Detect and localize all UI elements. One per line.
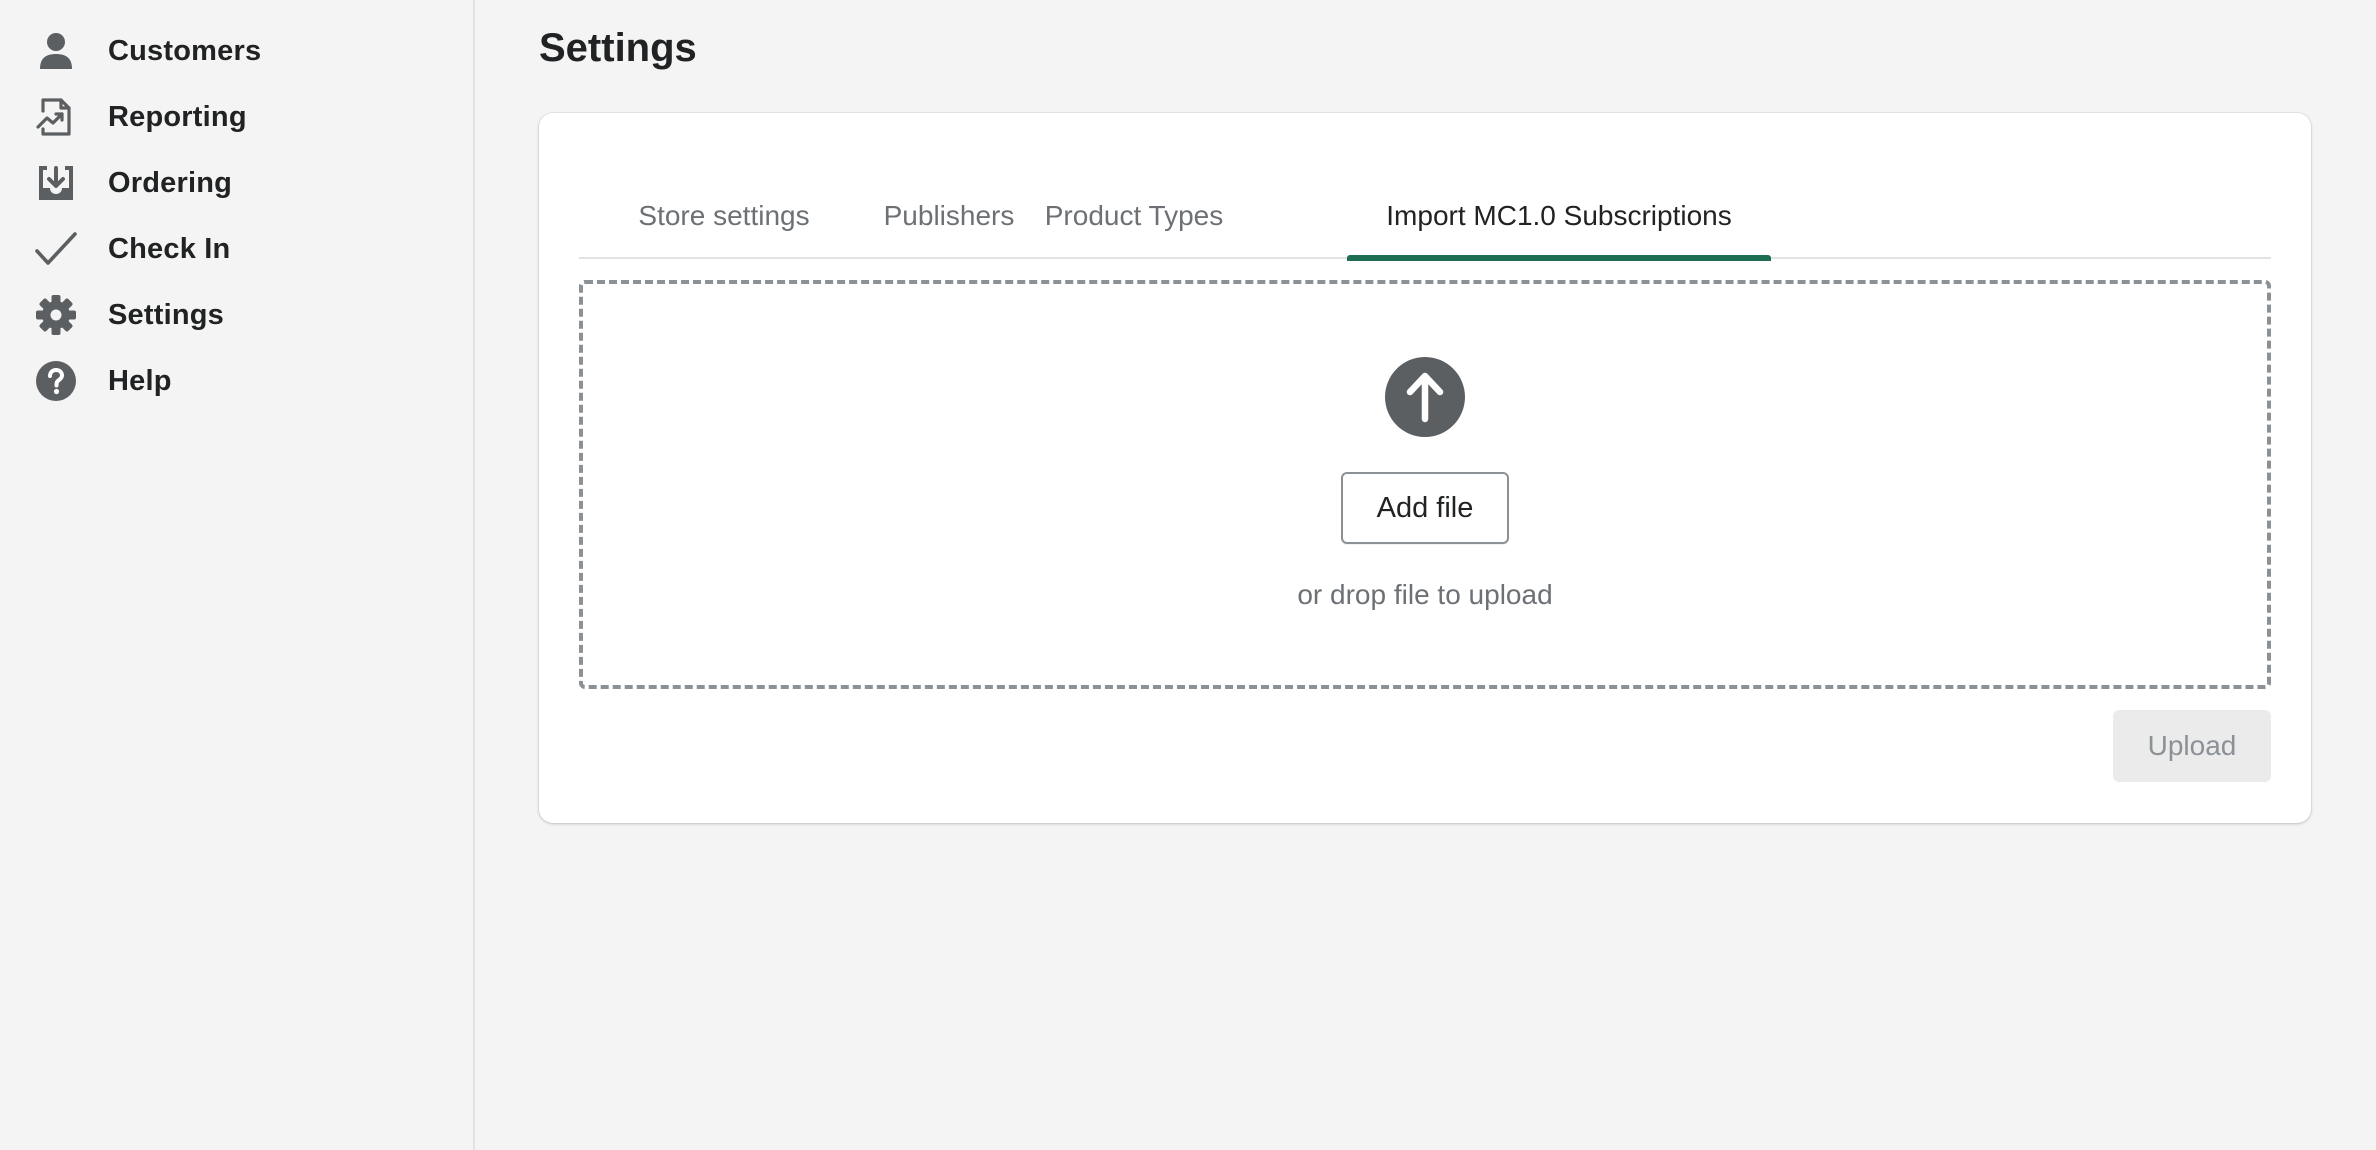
sidebar-item-customers[interactable]: Customers (0, 18, 470, 84)
question-circle-icon (33, 358, 79, 404)
sidebar-item-label: Customers (108, 34, 262, 67)
file-dropzone[interactable]: Add file or drop file to upload (579, 280, 2271, 689)
settings-card: Store settings Publishers Product Types … (539, 113, 2311, 823)
add-file-button[interactable]: Add file (1341, 472, 1509, 544)
sidebar-nav: Customers Reporting Ordering Check In Se… (0, 18, 470, 414)
sidebar-item-label: Reporting (108, 100, 247, 133)
gear-icon (33, 292, 79, 338)
sidebar-item-label: Ordering (108, 166, 233, 199)
tab-import-mc10-subscriptions[interactable]: Import MC1.0 Subscriptions (1347, 173, 1771, 261)
sidebar-item-help[interactable]: Help (0, 348, 470, 414)
sidebar-item-label: Check In (108, 232, 231, 265)
sidebar-item-reporting[interactable]: Reporting (0, 84, 470, 150)
tab-publishers[interactable]: Publishers (869, 173, 1029, 259)
sidebar-item-label: Help (108, 364, 172, 397)
upload-arrow-icon (1384, 356, 1466, 438)
sidebar-item-ordering[interactable]: Ordering (0, 150, 470, 216)
page-title: Settings (539, 26, 697, 70)
inbox-download-icon (33, 160, 79, 206)
sidebar-item-label: Settings (108, 298, 224, 331)
report-chart-icon (33, 94, 79, 140)
sidebar: Customers Reporting Ordering Check In Se… (0, 0, 475, 1150)
tab-product-types[interactable]: Product Types (1029, 173, 1239, 259)
drop-hint-text: or drop file to upload (1297, 579, 1553, 610)
main-content: Settings Store settings Publishers Produ… (477, 0, 2376, 1150)
checkmark-icon (33, 226, 79, 272)
person-icon (33, 28, 79, 74)
tab-bar: Store settings Publishers Product Types … (579, 173, 2271, 261)
tab-store-settings[interactable]: Store settings (579, 173, 869, 259)
sidebar-item-settings[interactable]: Settings (0, 282, 470, 348)
sidebar-item-check-in[interactable]: Check In (0, 216, 470, 282)
upload-button[interactable]: Upload (2113, 710, 2271, 782)
